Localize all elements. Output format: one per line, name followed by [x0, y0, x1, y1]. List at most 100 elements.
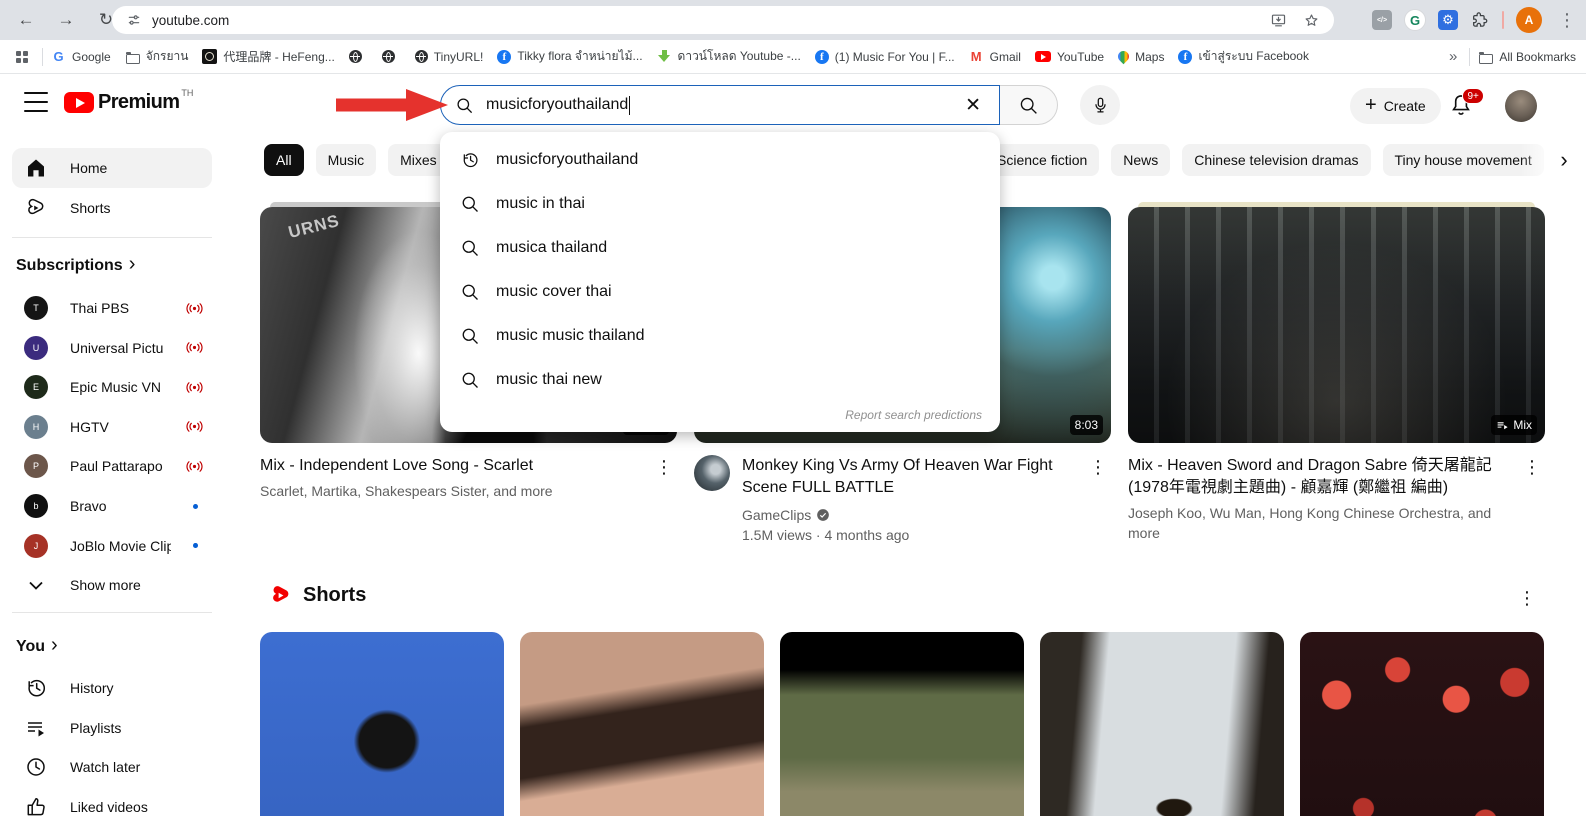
filter-chip[interactable]: Music — [316, 144, 377, 176]
bookmark-item[interactable]: ดาวน์โหลด Youtube -... — [657, 47, 801, 66]
youtube-play-icon — [64, 92, 94, 113]
hamburger-menu-icon[interactable] — [24, 92, 48, 112]
search-button[interactable] — [1000, 85, 1058, 125]
sidebar-item-watch-later[interactable]: Watch later — [0, 747, 226, 787]
forward-icon[interactable]: → — [54, 10, 78, 30]
show-more-label: Show more — [70, 577, 141, 593]
video-thumbnail[interactable]: Mix — [1128, 207, 1545, 443]
filter-chip[interactable]: News — [1111, 144, 1170, 176]
channel-row[interactable]: GameClips — [742, 505, 1085, 525]
sidebar-subscription-item[interactable]: H HGTV — [0, 407, 226, 447]
bookmark-item[interactable]: Google — [51, 49, 111, 64]
video-menu-icon[interactable]: ⋮ — [651, 455, 677, 501]
bookmarks-overflow-chevron[interactable]: » — [1445, 48, 1461, 65]
video-subtitle[interactable]: Scarlet, Martika, Shakespears Sister, an… — [260, 481, 651, 501]
browser-menu-icon[interactable]: ⋮ — [1554, 8, 1580, 32]
search-suggestion[interactable]: music music thailand — [440, 314, 1000, 358]
install-icon[interactable] — [1270, 12, 1287, 29]
sidebar-item-playlists[interactable]: Playlists — [0, 708, 226, 748]
bookmark-favicon — [1116, 49, 1132, 65]
short-thumbnail[interactable] — [780, 632, 1024, 816]
url-text[interactable]: youtube.com — [152, 13, 229, 28]
clear-search-icon[interactable]: ✕ — [961, 94, 985, 117]
sidebar-subscription-item[interactable]: E Epic Music VN — [0, 367, 226, 407]
bookmark-item[interactable]: 代理品牌 - HeFeng... — [202, 48, 334, 65]
sidebar-item-shorts[interactable]: Shorts — [12, 188, 212, 228]
short-thumbnail[interactable] — [520, 632, 764, 816]
search-suggestion[interactable]: musica thailand — [440, 226, 1000, 270]
sidebar-label: Watch later — [70, 759, 140, 775]
channel-avatar[interactable] — [694, 455, 730, 491]
sidebar-item-liked-videos[interactable]: Liked videos — [0, 787, 226, 816]
suggestion-text: music thai new — [496, 371, 602, 389]
search-suggestion[interactable]: music thai new — [440, 358, 1000, 402]
bookmark-item[interactable]: จักรยาน — [125, 47, 189, 66]
sidebar-subscription-item[interactable]: P Paul Pattarapon ... — [0, 446, 226, 486]
channel-name: Universal Picture... — [70, 340, 163, 356]
sidebar-item-history[interactable]: History — [0, 668, 226, 708]
filter-chip[interactable]: All — [264, 144, 304, 176]
sidebar-subscription-item[interactable]: U Universal Picture... — [0, 328, 226, 368]
bookmark-item[interactable] — [382, 50, 401, 63]
video-title[interactable]: Mix - Independent Love Song - Scarlet — [260, 455, 651, 477]
video-subtitle[interactable]: Joseph Koo, Wu Man, Hong Kong Chinese Or… — [1128, 503, 1519, 543]
you-header[interactable]: You › — [16, 636, 58, 657]
short-thumbnail[interactable] — [260, 632, 504, 816]
search-suggestion[interactable]: music in thai — [440, 182, 1000, 226]
shorts-menu-icon[interactable]: ⋮ — [1514, 586, 1540, 610]
bookmark-label: ดาวน์โหลด Youtube -... — [678, 47, 801, 66]
extensions-puzzle-icon[interactable] — [1470, 10, 1490, 30]
bookmark-label: Maps — [1135, 50, 1164, 64]
bookmark-item[interactable]: Gmail — [969, 49, 1021, 64]
video-title[interactable]: Monkey King Vs Army Of Heaven War Fight … — [742, 455, 1085, 499]
duration-badge: 8:03 — [1070, 415, 1103, 435]
chips-next-chevron[interactable]: › — [1550, 146, 1578, 174]
sidebar-subscription-item[interactable]: T Thai PBS — [0, 288, 226, 328]
bookmark-item[interactable]: TinyURL! — [415, 50, 484, 64]
search-icon — [460, 326, 480, 346]
back-icon[interactable]: ← — [14, 10, 38, 30]
create-button[interactable]: + Create — [1350, 88, 1441, 124]
youtube-premium-logo[interactable]: Premium TH — [64, 91, 193, 114]
site-controls-icon[interactable] — [126, 12, 142, 28]
sidebar-item-home[interactable]: Home — [12, 148, 212, 188]
account-avatar[interactable] — [1505, 90, 1537, 122]
bookmark-item[interactable]: YouTube — [1035, 50, 1104, 64]
video-title[interactable]: Mix - Heaven Sword and Dragon Sabre 倚天屠龍… — [1128, 455, 1519, 499]
suggestions-list: musicforyouthailand music in thai — [440, 138, 1000, 402]
search-suggestion[interactable]: musicforyouthailand — [440, 138, 1000, 182]
voice-search-button[interactable] — [1080, 85, 1120, 125]
show-more-button[interactable]: Show more — [0, 565, 226, 605]
video-menu-icon[interactable]: ⋮ — [1519, 455, 1545, 543]
bookmark-item[interactable]: (1) Music For You | F... — [815, 50, 955, 64]
filter-chip[interactable]: Science fiction — [985, 144, 1099, 176]
video-menu-icon[interactable]: ⋮ — [1085, 455, 1111, 545]
report-predictions-link[interactable]: Report search predictions — [440, 402, 1000, 424]
filter-chip[interactable]: Chinese television dramas — [1182, 144, 1370, 176]
grammarly-extension-icon[interactable]: G — [1404, 9, 1426, 31]
apps-grid-icon[interactable] — [16, 51, 28, 63]
short-thumbnail[interactable] — [1300, 632, 1544, 816]
bookmark-item[interactable]: Maps — [1118, 50, 1164, 64]
subscriptions-header[interactable]: Subscriptions › — [16, 255, 135, 276]
all-bookmarks-button[interactable]: All Bookmarks — [1478, 49, 1576, 64]
devtools-extension-icon[interactable]: </> — [1372, 10, 1392, 30]
sidebar-subscription-item[interactable]: b Bravo — [0, 486, 226, 526]
bookmark-item[interactable]: เข้าสู่ระบบ Facebook — [1178, 47, 1309, 66]
notifications-button[interactable]: 9+ — [1448, 92, 1478, 122]
bookmark-favicon — [657, 49, 672, 64]
channel-name[interactable]: GameClips — [742, 505, 811, 525]
idm-extension-icon[interactable]: ⚙ — [1438, 10, 1458, 30]
home-icon — [24, 156, 48, 180]
bookmark-label: Gmail — [990, 50, 1021, 64]
search-query-text: musicforyouthailand — [486, 96, 628, 114]
search-suggestion[interactable]: music cover thai — [440, 270, 1000, 314]
short-thumbnail[interactable] — [1040, 632, 1284, 816]
bookmark-star-icon[interactable] — [1303, 12, 1320, 29]
bookmark-item[interactable] — [349, 50, 368, 63]
address-bar[interactable]: youtube.com — [112, 6, 1334, 34]
sidebar-subscription-item[interactable]: J JoBlo Movie Clips — [0, 526, 226, 566]
search-input[interactable]: musicforyouthailand ✕ — [440, 85, 1000, 125]
bookmark-item[interactable]: Tikky flora จำหน่ายไม้... — [497, 47, 642, 66]
browser-profile-avatar[interactable]: A — [1516, 7, 1542, 33]
